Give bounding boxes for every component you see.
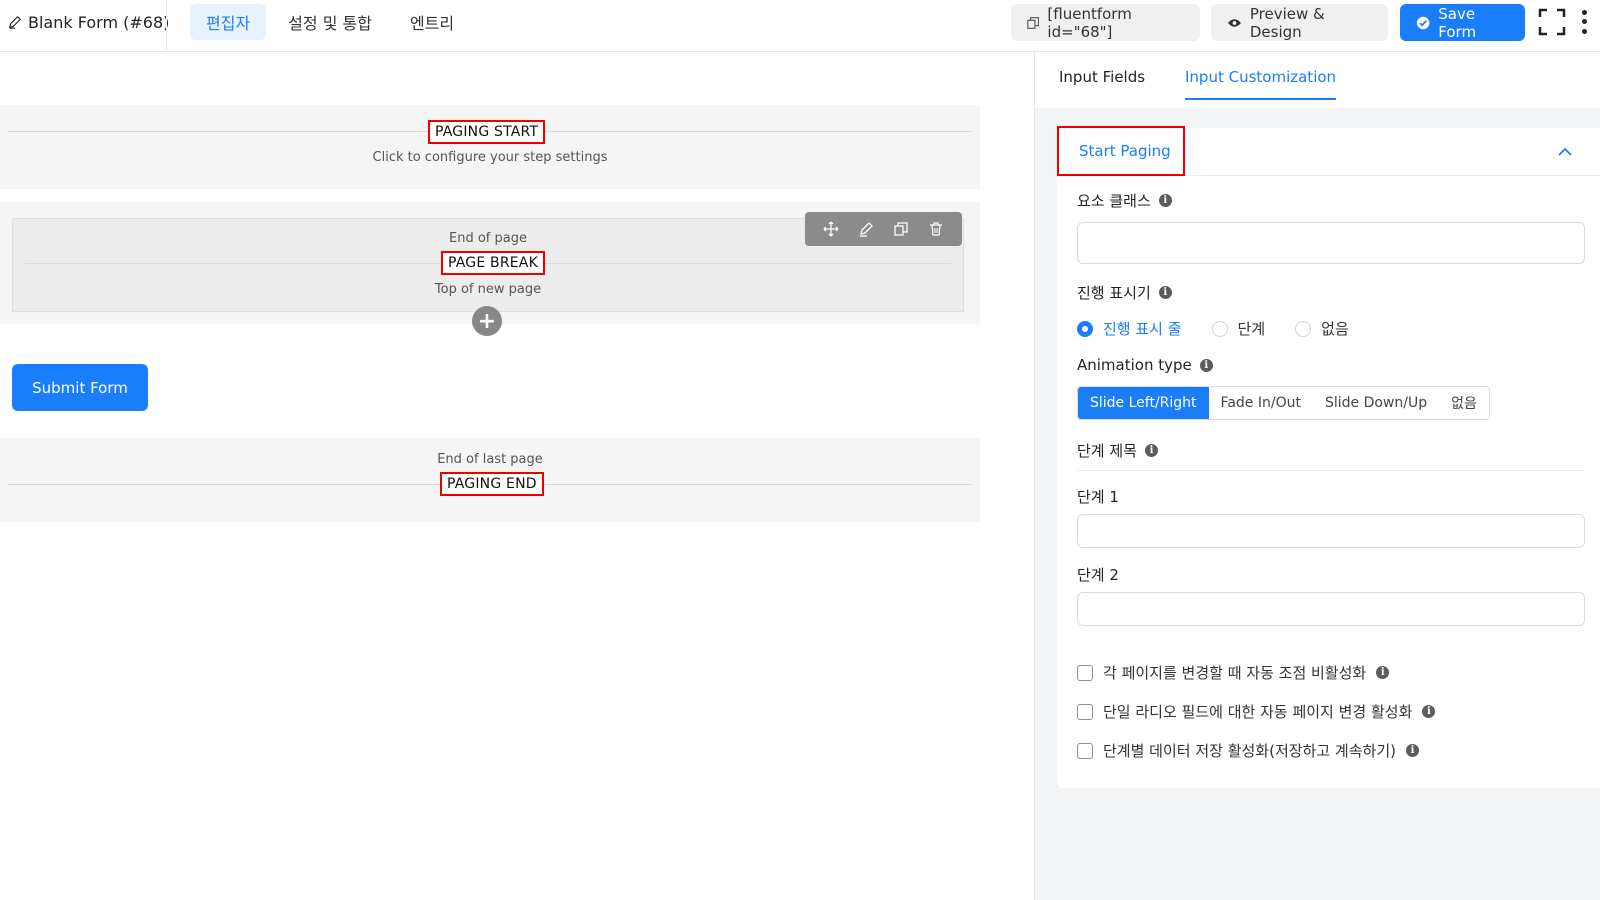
info-icon[interactable]: i (1158, 194, 1172, 207)
form-title[interactable]: Blank Form (#68) (8, 0, 169, 44)
progress-indicator-label: 진행 표시기 i (1077, 282, 1172, 303)
more-options-icon[interactable] (1577, 8, 1591, 36)
step-2-label: 단계 2 (1077, 566, 1119, 584)
tab-input-customization[interactable]: Input Customization (1185, 68, 1337, 100)
shortcode-text: [fluentform id="68"] (1047, 4, 1132, 41)
step-1-label: 단계 1 (1077, 488, 1119, 506)
paging-start-label: PAGING START (428, 120, 546, 144)
preview-design-label: Preview & Design (1249, 4, 1325, 41)
animation-slide-down-up[interactable]: Slide Down/Up (1312, 387, 1440, 419)
info-icon[interactable]: i (1405, 744, 1419, 757)
save-form-button[interactable]: Save Form (1400, 4, 1525, 41)
paging-start-hint: Click to configure your step settings (372, 150, 608, 165)
animation-type-label: Animation type i (1077, 356, 1213, 374)
progress-indicator-label-text: 진행 표시기 (1077, 284, 1151, 302)
top-of-new-page-text: Top of new page (434, 282, 542, 297)
tab-entries[interactable]: 엔트리 (394, 4, 470, 40)
start-paging-panel: Start Paging 요소 클래스 i 진행 표시기 i 진행 표시 줄 단… (1057, 126, 1600, 788)
checkbox[interactable] (1077, 703, 1093, 720)
paging-start-block[interactable]: PAGING START Click to configure your ste… (0, 105, 980, 189)
animation-none[interactable]: 없음 (1439, 387, 1489, 419)
duplicate-icon[interactable] (893, 221, 909, 237)
radio-progress-bar[interactable]: 진행 표시 줄 (1077, 318, 1182, 339)
progress-indicator-options: 진행 표시 줄 단계 없음 (1077, 318, 1379, 339)
edit-icon[interactable] (858, 221, 874, 237)
element-class-label-text: 요소 클래스 (1077, 192, 1151, 210)
radio-unchecked-icon (1211, 320, 1228, 337)
settings-sidebar: Input Fields Input Customization Start P… (1034, 52, 1600, 900)
page-break-label: PAGE BREAK (441, 251, 545, 275)
element-class-input[interactable] (1077, 222, 1585, 264)
trash-icon[interactable] (928, 221, 944, 237)
title-divider (166, 0, 167, 50)
paging-end-block[interactable]: End of last page PAGING END (0, 438, 980, 522)
tab-input-fields[interactable]: Input Fields (1059, 68, 1145, 98)
element-class-label: 요소 클래스 i (1077, 190, 1172, 211)
checkbox-label: 각 페이지를 변경할 때 자동 조점 비활성화 (1103, 664, 1367, 682)
checkbox-save-and-resume[interactable]: 단계별 데이터 저장 활성화(저장하고 계속하기) i (1077, 740, 1419, 761)
radio-steps[interactable]: 단계 (1211, 318, 1266, 339)
checkbox[interactable] (1077, 664, 1093, 681)
radio-label: 진행 표시 줄 (1103, 320, 1182, 338)
top-bar: Blank Form (#68) 편집자 설정 및 통합 엔트리 [fluent… (0, 0, 1600, 52)
info-icon[interactable]: i (1158, 286, 1172, 299)
checkbox-label: 단계별 데이터 저장 활성화(저장하고 계속하기) (1103, 742, 1396, 760)
eye-icon (1227, 18, 1241, 27)
tab-editor[interactable]: 편집자 (190, 4, 267, 40)
fullscreen-icon[interactable] (1538, 8, 1566, 36)
main-nav: 편집자 설정 및 통합 엔트리 (190, 4, 470, 40)
chevron-up-icon[interactable] (1557, 144, 1573, 160)
radio-none[interactable]: 없음 (1295, 318, 1349, 339)
shortcode-copy-button[interactable]: [fluentform id="68"] (1011, 4, 1200, 41)
save-form-label: Save Form (1438, 4, 1477, 41)
panel-title[interactable]: Start Paging (1057, 126, 1185, 176)
panel-header[interactable]: Start Paging (1057, 126, 1600, 176)
checkbox-disable-auto-focus[interactable]: 각 페이지를 변경할 때 자동 조점 비활성화 i (1077, 662, 1390, 683)
page-break-block[interactable]: End of page PAGE BREAK Top of new page + (0, 202, 980, 336)
form-title-text: Blank Form (#68) (28, 12, 170, 32)
step-titles-label-text: 단계 제목 (1077, 442, 1137, 460)
info-icon[interactable]: i (1199, 358, 1213, 372)
info-icon[interactable]: i (1144, 444, 1158, 457)
move-icon[interactable] (823, 221, 839, 237)
animation-type-label-text: Animation type (1077, 356, 1192, 374)
sidebar-tabs: Input Fields Input Customization (1035, 52, 1600, 108)
submit-form-button[interactable]: Submit Form (12, 364, 148, 411)
animation-type-selector: Slide Left/Right Fade In/Out Slide Down/… (1077, 386, 1490, 420)
end-of-last-page-text: End of last page (437, 452, 543, 467)
checkbox[interactable] (1077, 742, 1093, 759)
animation-fade[interactable]: Fade In/Out (1208, 387, 1313, 419)
check-circle-icon (1416, 16, 1430, 29)
tab-settings-integrations[interactable]: 설정 및 통합 (272, 4, 388, 40)
info-icon[interactable]: i (1422, 705, 1436, 718)
checkbox-label: 단일 라디오 필드에 대한 자동 페이지 변경 활성화 (1103, 703, 1413, 721)
step-1-input[interactable] (1077, 514, 1585, 548)
radio-label: 단계 (1237, 320, 1266, 338)
copy-icon (1027, 16, 1040, 29)
form-canvas: PAGING START Click to configure your ste… (0, 52, 1034, 900)
info-icon[interactable]: i (1376, 666, 1390, 679)
radio-unchecked-icon (1295, 320, 1312, 337)
field-action-toolbar (805, 212, 962, 246)
step-titles-label: 단계 제목 i (1077, 440, 1158, 461)
radio-label: 없음 (1321, 320, 1349, 338)
divider (1077, 470, 1585, 471)
paging-end-label: PAGING END (440, 472, 544, 496)
step-2-input[interactable] (1077, 592, 1585, 626)
checkbox-auto-page-change[interactable]: 단일 라디오 필드에 대한 자동 페이지 변경 활성화 i (1077, 701, 1436, 722)
pencil-icon (8, 15, 22, 29)
preview-design-button[interactable]: Preview & Design (1211, 4, 1388, 41)
animation-slide-left-right[interactable]: Slide Left/Right (1078, 387, 1209, 419)
add-field-plus-icon[interactable]: + (472, 306, 502, 336)
radio-checked-icon (1077, 320, 1093, 337)
